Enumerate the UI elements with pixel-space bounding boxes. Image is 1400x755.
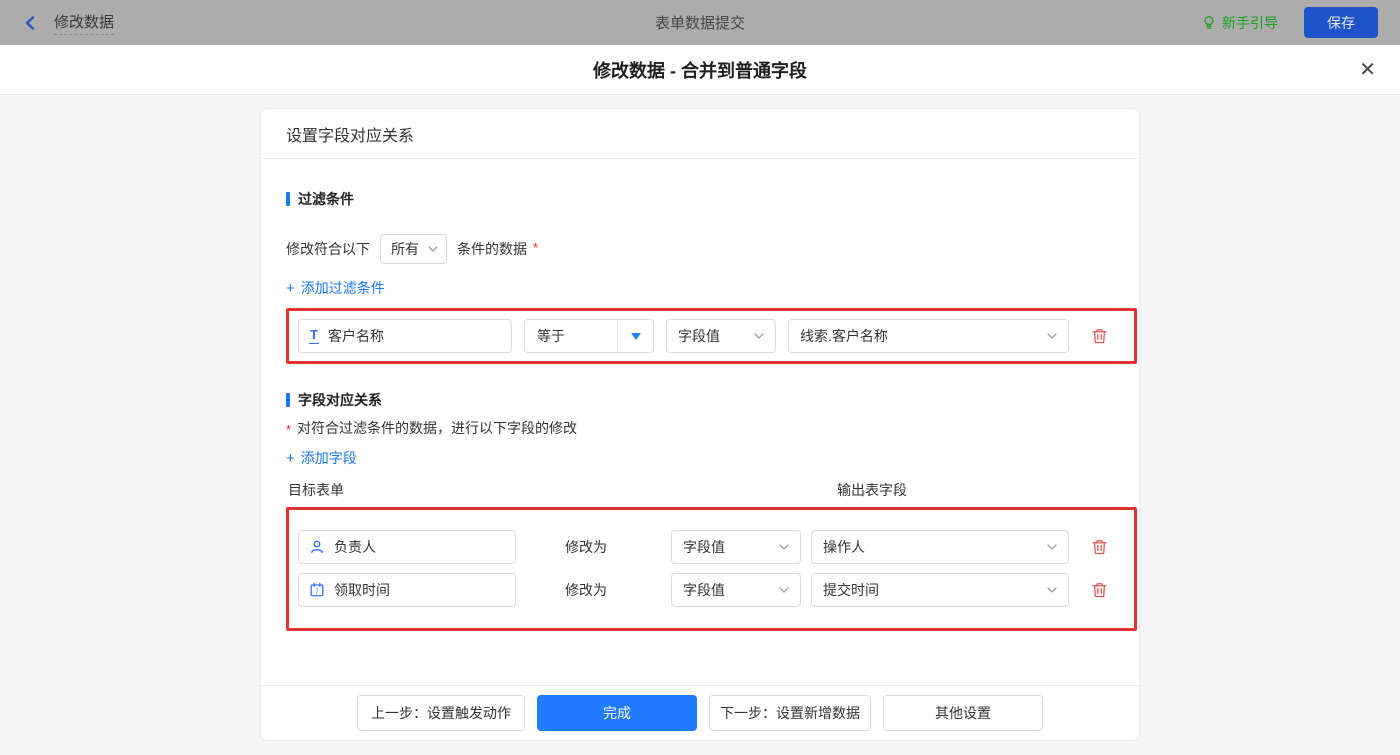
save-button[interactable]: 保存 <box>1304 7 1378 38</box>
trash-icon <box>1092 329 1107 344</box>
operator-caret-button[interactable] <box>617 320 653 352</box>
filter-section-label: 过滤条件 <box>298 191 354 207</box>
output-field-select[interactable]: 提交时间 <box>811 573 1069 607</box>
mapping-value-type-select[interactable]: 字段值 <box>671 573 801 607</box>
column-header-output-field: 输出表字段 <box>837 482 907 498</box>
back-button[interactable] <box>22 14 40 32</box>
chevron-down-icon <box>779 587 789 593</box>
guide-label: 新手引导 <box>1222 14 1278 31</box>
operator-value: 等于 <box>537 328 565 344</box>
logic-select[interactable]: 所有 <box>380 234 447 264</box>
add-field-label: 添加字段 <box>300 450 357 466</box>
annotation-box-filter: T 客户名称 等于 字段值 线索.客户名称 <box>286 308 1137 364</box>
delete-mapping-row-button[interactable] <box>1091 538 1108 556</box>
annotation-box-mapping: 负责人 修改为 字段值 操作人 7 领取时间 修改为 字段值 提交时间 <box>286 507 1137 631</box>
filter-field-input[interactable]: T 客户名称 <box>298 319 512 353</box>
target-field-value: 领取时间 <box>334 582 390 598</box>
plus-icon: + <box>286 449 295 467</box>
modal-title: 修改数据 - 合并到普通字段 <box>593 60 807 81</box>
chevron-down-icon <box>754 333 764 339</box>
condition-suffix: 条件的数据 <box>457 241 527 257</box>
chevron-down-icon <box>428 246 438 252</box>
filter-field-value: 客户名称 <box>327 328 384 344</box>
topbar: 修改数据 表单数据提交 新手引导 保存 <box>0 0 1400 45</box>
delete-filter-row-button[interactable] <box>1091 327 1108 345</box>
svg-text:7: 7 <box>315 589 319 596</box>
chevron-down-icon <box>779 544 789 550</box>
prev-step-button[interactable]: 上一步：设置触发动作 <box>357 695 525 731</box>
mapping-value-type: 字段值 <box>683 582 725 598</box>
operator-select[interactable]: 等于 <box>524 319 654 353</box>
target-field-input[interactable]: 负责人 <box>298 530 516 564</box>
mapping-value-type: 字段值 <box>683 539 725 555</box>
filter-section-title: 过滤条件 <box>286 189 1114 209</box>
add-filter-label: 添加过滤条件 <box>300 280 385 296</box>
mapping-description-row: * 对符合过滤条件的数据，进行以下字段的修改 <box>286 418 1114 438</box>
filter-condition-row: 修改符合以下 所有 条件的数据 * <box>286 234 1114 264</box>
chevron-down-icon <box>1047 544 1057 550</box>
section-bar-icon <box>286 393 290 407</box>
text-field-icon: T <box>309 327 319 344</box>
required-mark: * <box>533 239 539 255</box>
card-footer: 上一步：设置触发动作 完成 下一步：设置新增数据 其他设置 <box>261 685 1139 740</box>
chevron-down-icon <box>1047 587 1057 593</box>
user-icon <box>311 540 323 554</box>
chevron-down-icon <box>1047 333 1057 339</box>
output-field-select[interactable]: 操作人 <box>811 530 1069 564</box>
mapping-row: 负责人 修改为 字段值 操作人 <box>298 530 1134 564</box>
target-field-input[interactable]: 7 领取时间 <box>298 573 516 607</box>
node-title[interactable]: 修改数据 <box>54 11 115 35</box>
mapping-section-label: 字段对应关系 <box>298 392 382 408</box>
trash-icon <box>1092 583 1107 598</box>
filter-value-type: 字段值 <box>678 328 720 344</box>
plus-icon: + <box>286 279 295 297</box>
mapping-value-type-select[interactable]: 字段值 <box>671 530 801 564</box>
beginner-guide-link[interactable]: 新手引导 <box>1202 13 1278 33</box>
card-content: 过滤条件 修改符合以下 所有 条件的数据 * + 添加过滤条件 T 客户名称 等… <box>261 189 1139 631</box>
settings-card: 设置字段对应关系 过滤条件 修改符合以下 所有 条件的数据 * + 添加过滤条件… <box>260 108 1140 741</box>
delete-mapping-row-button[interactable] <box>1091 581 1108 599</box>
close-icon[interactable]: ✕ <box>1359 60 1376 80</box>
modify-to-label: 修改为 <box>565 582 607 598</box>
modal-header: 修改数据 - 合并到普通字段 ✕ <box>0 45 1400 95</box>
topbar-center-title: 表单数据提交 <box>654 15 745 32</box>
add-field-link[interactable]: + 添加字段 <box>286 448 357 468</box>
caret-down-icon <box>630 332 641 340</box>
done-button[interactable]: 完成 <box>537 695 697 731</box>
calendar-icon: 7 <box>310 582 324 597</box>
mapping-description: 对符合过滤条件的数据，进行以下字段的修改 <box>297 420 578 436</box>
card-header-title: 设置字段对应关系 <box>261 109 1139 159</box>
other-settings-button[interactable]: 其他设置 <box>883 695 1043 731</box>
output-field-value: 操作人 <box>823 539 865 555</box>
filter-value-type-select[interactable]: 字段值 <box>666 319 776 353</box>
screen: 修改数据 表单数据提交 新手引导 保存 修改数据 - 合并到普通字段 ✕ 设置字… <box>0 0 1400 755</box>
lightbulb-icon <box>1204 16 1214 29</box>
trash-icon <box>1092 540 1107 555</box>
chevron-left-icon <box>25 15 35 30</box>
section-bar-icon <box>286 192 290 206</box>
mapping-row: 7 领取时间 修改为 字段值 提交时间 <box>298 573 1134 607</box>
target-field-value: 负责人 <box>334 539 376 555</box>
modal-body: 设置字段对应关系 过滤条件 修改符合以下 所有 条件的数据 * + 添加过滤条件… <box>0 95 1400 755</box>
filter-value: 线索.客户名称 <box>800 328 888 344</box>
column-header-target-form: 目标表单 <box>288 482 344 498</box>
add-filter-condition-link[interactable]: + 添加过滤条件 <box>286 278 385 298</box>
mapping-column-headers: 目标表单 输出表字段 <box>286 480 1114 500</box>
modify-to-label: 修改为 <box>565 539 607 555</box>
next-step-button[interactable]: 下一步：设置新增数据 <box>709 695 871 731</box>
required-mark: * <box>286 421 292 437</box>
output-field-value: 提交时间 <box>823 582 879 598</box>
mapping-section-title: 字段对应关系 <box>286 390 1114 410</box>
condition-prefix: 修改符合以下 <box>286 241 370 257</box>
logic-select-value: 所有 <box>391 241 419 257</box>
filter-value-select[interactable]: 线索.客户名称 <box>788 319 1069 353</box>
